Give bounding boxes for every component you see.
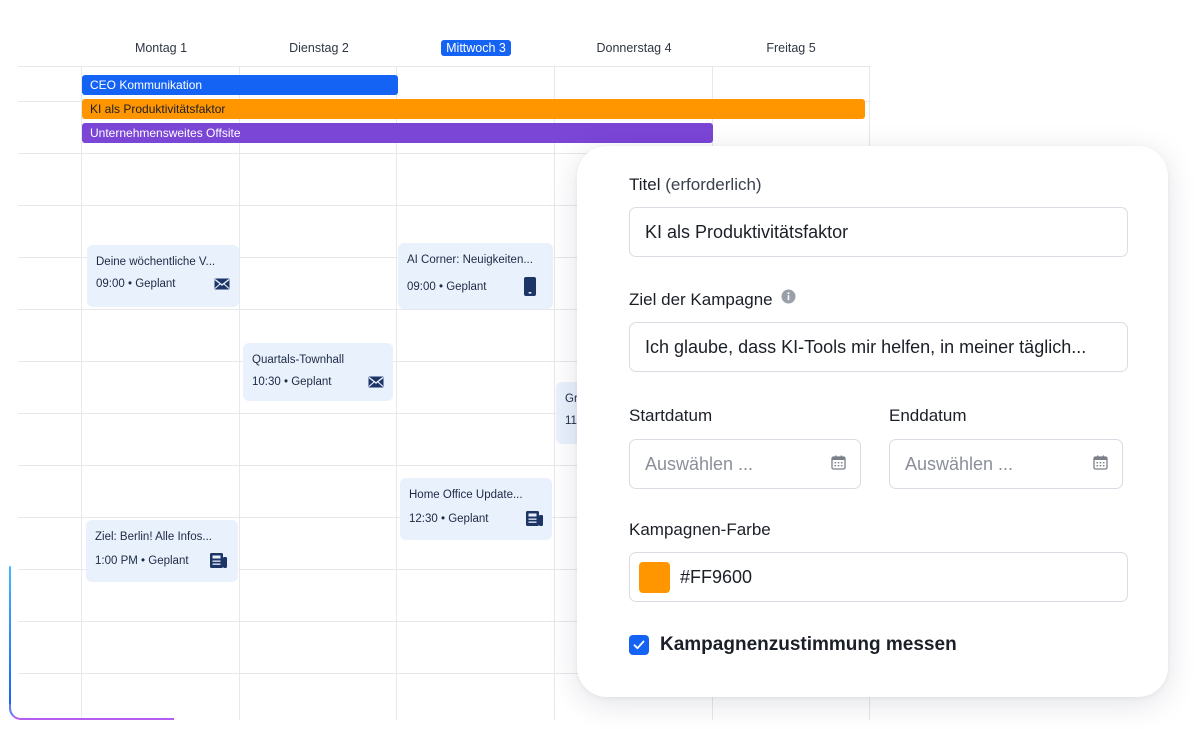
day-header-thursday[interactable]: Donnerstag 4 — [555, 38, 713, 58]
today-badge: Mittwoch 3 — [441, 40, 511, 56]
event-title: Ziel: Berlin! Alle Infos... — [95, 531, 212, 543]
event-time-status: 09:00 • Geplant — [96, 278, 176, 290]
decorative-accent-line — [9, 566, 11, 706]
goal-input[interactable]: Ich glaube, dass KI-Tools mir helfen, in… — [629, 322, 1128, 372]
info-icon[interactable] — [781, 289, 796, 309]
event-card[interactable]: AI Corner: Neuigkeiten... 09:00 • Geplan… — [398, 243, 553, 309]
title-label: Titel (erforderlich) — [629, 175, 762, 194]
day-header-monday[interactable]: Montag 1 — [82, 38, 240, 58]
color-label: Kampagnen-Farbe — [629, 520, 771, 539]
campaign-bar-ki-produktivitaet[interactable]: KI als Produktivitätsfaktor — [82, 99, 865, 119]
event-time-status: 11 — [565, 415, 577, 427]
calendar-icon — [1093, 440, 1108, 488]
start-date-label: Startdatum — [629, 406, 713, 425]
checkmark-icon — [633, 640, 645, 650]
column-divider — [81, 66, 82, 720]
consent-label: Kampagnenzustimmung messen — [660, 634, 957, 655]
event-time-status: 1:00 PM • Geplant — [95, 554, 189, 567]
calendar-icon — [831, 440, 846, 488]
decorative-accent-corner — [9, 704, 174, 720]
event-title: AI Corner: Neuigkeiten... — [407, 254, 533, 266]
color-swatch[interactable] — [639, 561, 670, 593]
event-card[interactable]: Ziel: Berlin! Alle Infos... 1:00 PM • Ge… — [86, 520, 238, 582]
mobile-icon — [524, 277, 536, 296]
event-title: Home Office Update... — [409, 489, 523, 501]
newspaper-icon — [526, 511, 543, 526]
consent-checkbox-row[interactable]: Kampagnenzustimmung messen — [629, 634, 957, 656]
column-divider — [554, 66, 555, 720]
goal-label: Ziel der Kampagne — [629, 289, 796, 310]
title-input[interactable]: KI als Produktivitätsfaktor — [629, 207, 1128, 257]
newspaper-icon — [210, 553, 227, 568]
day-header-friday[interactable]: Freitag 5 — [712, 38, 870, 58]
end-date-picker[interactable]: Auswählen ... — [889, 439, 1123, 489]
consent-checkbox[interactable] — [629, 635, 649, 655]
event-card[interactable]: Quartals-Townhall 10:30 • Geplant — [243, 343, 393, 401]
mail-icon — [368, 376, 384, 388]
column-divider — [396, 66, 397, 720]
campaign-bar-offsite[interactable]: Unternehmensweites Offsite — [82, 123, 713, 143]
campaign-bar-ceo-kommunikation[interactable]: CEO Kommunikation — [82, 75, 398, 95]
mail-icon — [214, 278, 230, 290]
day-header-wednesday[interactable]: Mittwoch 3 — [397, 38, 555, 58]
event-time-status: 12:30 • Geplant — [409, 512, 489, 525]
grid-line — [18, 66, 871, 67]
event-title: Deine wöchentliche V... — [96, 256, 216, 268]
event-card[interactable]: Deine wöchentliche V... 09:00 • Geplant — [87, 245, 239, 307]
start-date-picker[interactable]: Auswählen ... — [629, 439, 861, 489]
event-card[interactable]: Home Office Update... 12:30 • Geplant — [400, 478, 552, 540]
color-input[interactable]: #FF9600 — [629, 552, 1128, 602]
campaign-form-panel: Titel (erforderlich) KI als Produktivitä… — [577, 146, 1168, 697]
end-date-label: Enddatum — [889, 406, 967, 425]
event-title: Quartals-Townhall — [252, 354, 345, 366]
event-time-status: 10:30 • Geplant — [252, 376, 332, 388]
column-divider — [239, 66, 240, 720]
day-header-tuesday[interactable]: Dienstag 2 — [240, 38, 398, 58]
required-hint: (erforderlich) — [665, 175, 762, 194]
event-time-status: 09:00 • Geplant — [407, 280, 487, 293]
